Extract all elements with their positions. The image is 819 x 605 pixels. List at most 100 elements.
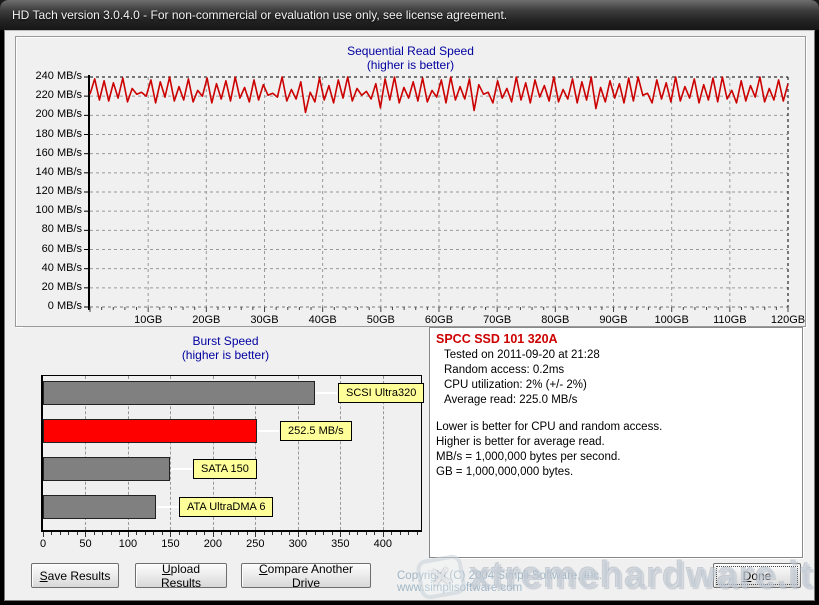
burst-x-tick xyxy=(238,532,239,535)
burst-x-tick xyxy=(85,532,86,537)
burst-bar-callout: SATA 150 xyxy=(193,459,257,479)
burst-x-tick xyxy=(298,532,299,537)
x-axis-label: 90GB xyxy=(584,314,644,326)
burst-bar xyxy=(43,381,315,405)
burst-x-tick xyxy=(366,532,367,535)
y-axis-label: 80 MB/s xyxy=(20,223,82,235)
burst-x-tick xyxy=(102,532,103,535)
burst-x-tick xyxy=(272,532,273,535)
window-title: HD Tach version 3.0.4.0 - For non-commer… xyxy=(12,8,507,22)
burst-x-tick xyxy=(383,532,384,537)
burst-chart-plot: SCSI Ultra320252.5 MB/sSATA 150ATA Ultra… xyxy=(41,375,422,532)
burst-bar xyxy=(43,419,257,443)
x-axis-label: 20GB xyxy=(176,314,236,326)
burst-x-axis-label: 100 xyxy=(108,538,148,550)
burst-x-tick xyxy=(247,532,248,535)
note-higher-better: Higher is better for average read. xyxy=(436,435,796,450)
y-axis-label: 140 MB/s xyxy=(20,166,82,178)
burst-x-axis-label: 50 xyxy=(65,538,105,550)
burst-x-tick xyxy=(77,532,78,535)
y-axis-label: 220 MB/s xyxy=(20,89,82,101)
y-axis-label: 100 MB/s xyxy=(20,204,82,216)
y-axis-label: 20 MB/s xyxy=(20,281,82,293)
burst-x-tick xyxy=(349,532,350,535)
y-axis-label: 0 MB/s xyxy=(20,300,82,312)
compare-another-drive-button[interactable]: Compare Another Drive xyxy=(241,563,371,588)
x-axis-label: 60GB xyxy=(409,314,469,326)
x-axis-label: 70GB xyxy=(467,314,527,326)
y-axis-label: 120 MB/s xyxy=(20,185,82,197)
burst-x-tick xyxy=(323,532,324,535)
x-axis-label: 80GB xyxy=(525,314,585,326)
burst-x-tick xyxy=(60,532,61,535)
burst-x-tick xyxy=(315,532,316,535)
burst-x-axis-label: 200 xyxy=(193,538,233,550)
x-axis-label: 50GB xyxy=(351,314,411,326)
burst-x-tick xyxy=(332,532,333,535)
callout-connector xyxy=(258,430,279,432)
burst-x-tick xyxy=(111,532,112,535)
burst-x-tick xyxy=(289,532,290,535)
sequential-chart-title: Sequential Read Speed xyxy=(16,44,805,58)
x-axis-label: 100GB xyxy=(642,314,702,326)
y-axis-label: 160 MB/s xyxy=(20,147,82,159)
burst-x-tick xyxy=(357,532,358,535)
average-read-line: Average read: 225.0 MB/s xyxy=(436,393,796,408)
y-axis-label: 240 MB/s xyxy=(20,70,82,82)
client-area: Sequential Read Speed (higher is better)… xyxy=(4,30,815,601)
burst-x-tick xyxy=(221,532,222,535)
burst-x-tick xyxy=(417,532,418,535)
burst-speed-panel: Burst Speed (higher is better) SCSI Ultr… xyxy=(23,327,428,558)
burst-x-tick xyxy=(136,532,137,535)
done-button[interactable]: Done xyxy=(713,563,801,588)
note-mbs-def: MB/s = 1,000,000 bytes per second. xyxy=(436,450,796,465)
burst-x-axis-label: 250 xyxy=(235,538,275,550)
y-axis-label: 40 MB/s xyxy=(20,262,82,274)
window-titlebar[interactable]: HD Tach version 3.0.4.0 - For non-commer… xyxy=(0,0,819,30)
burst-x-tick xyxy=(68,532,69,535)
burst-x-tick xyxy=(145,532,146,535)
burst-x-tick xyxy=(162,532,163,535)
upload-results-button[interactable]: Upload Results xyxy=(135,563,227,588)
note-lower-better: Lower is better for CPU and random acces… xyxy=(436,420,796,435)
burst-x-tick xyxy=(281,532,282,535)
burst-x-tick xyxy=(391,532,392,535)
cpu-utilization-line: CPU utilization: 2% (+/- 2%) xyxy=(436,378,796,393)
burst-x-tick xyxy=(306,532,307,535)
burst-x-tick xyxy=(340,532,341,537)
burst-bar-callout: ATA UltraDMA 6 xyxy=(179,497,273,517)
x-axis-label: 40GB xyxy=(293,314,353,326)
burst-chart-title: Burst Speed xyxy=(23,334,428,348)
burst-x-tick xyxy=(94,532,95,535)
burst-x-tick xyxy=(255,532,256,537)
sequential-read-panel: Sequential Read Speed (higher is better)… xyxy=(15,36,806,327)
y-axis-label: 60 MB/s xyxy=(20,243,82,255)
burst-bar xyxy=(43,495,156,519)
drive-name: SPCC SSD 101 320A xyxy=(436,332,796,346)
burst-x-tick xyxy=(128,532,129,537)
copyright-text: Copyright (C) 2004 Simpli Software, Inc.… xyxy=(397,570,727,594)
sequential-chart-subtitle: (higher is better) xyxy=(16,58,805,72)
burst-x-tick xyxy=(264,532,265,535)
tested-on-line: Tested on 2011-09-20 at 21:28 xyxy=(436,348,796,363)
callout-connector xyxy=(316,392,337,394)
burst-x-tick xyxy=(187,532,188,535)
save-results-button[interactable]: Save Results xyxy=(31,563,119,588)
callout-connector xyxy=(157,506,178,508)
x-axis-label: 110GB xyxy=(700,314,760,326)
burst-x-tick xyxy=(408,532,409,535)
sequential-plot xyxy=(82,75,794,317)
hdtach-window: HD Tach version 3.0.4.0 - For non-commer… xyxy=(0,0,819,605)
burst-x-tick xyxy=(179,532,180,535)
y-axis-label: 200 MB/s xyxy=(20,108,82,120)
burst-x-axis-label: 0 xyxy=(23,538,63,550)
x-axis-label: 10GB xyxy=(118,314,178,326)
burst-bar-callout: SCSI Ultra320 xyxy=(338,383,424,403)
burst-x-tick xyxy=(204,532,205,535)
burst-x-tick xyxy=(119,532,120,535)
burst-x-tick xyxy=(230,532,231,535)
burst-x-tick xyxy=(153,532,154,535)
burst-x-axis-label: 350 xyxy=(320,538,360,550)
note-gb-def: GB = 1,000,000,000 bytes. xyxy=(436,465,796,480)
y-axis-label: 180 MB/s xyxy=(20,128,82,140)
